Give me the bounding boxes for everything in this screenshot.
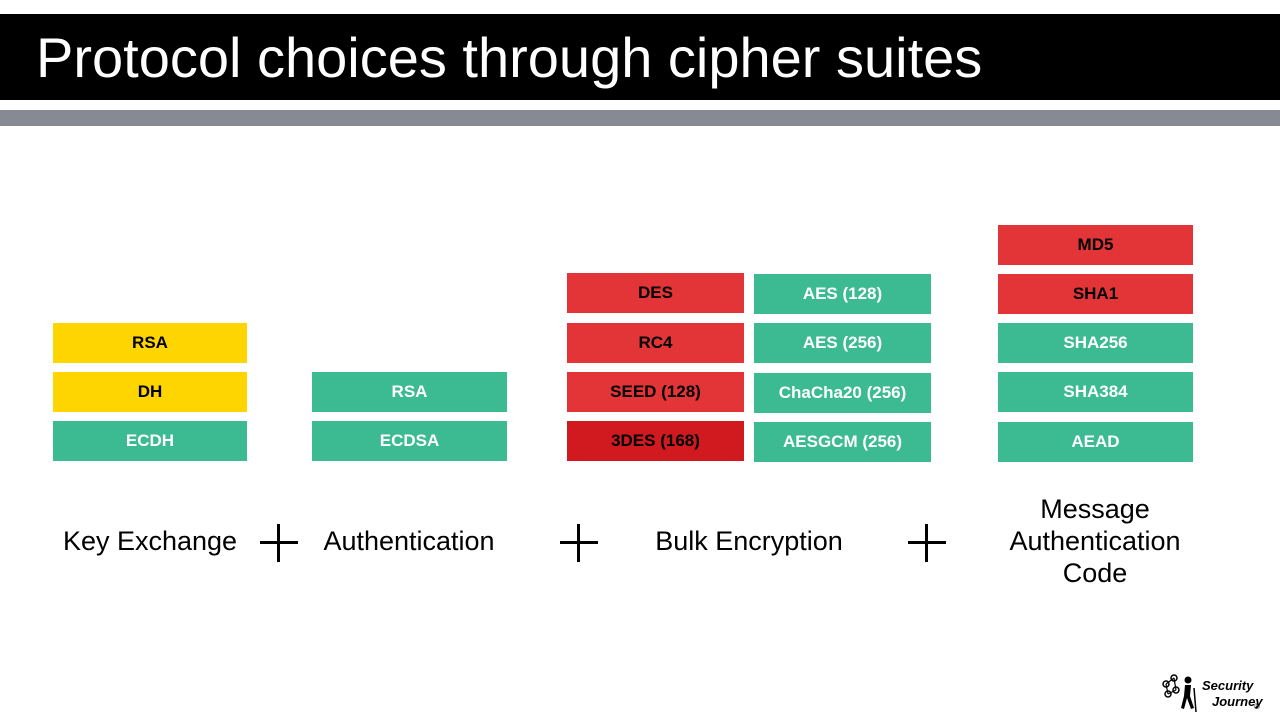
bulk-encryption-rc4: RC4 [567,323,744,363]
key-exchange-ecdh: ECDH [53,421,247,461]
authentication-label: Authentication [323,526,495,556]
plus-icon [260,524,298,562]
bulk-encryption-seed: SEED (128) [567,372,744,412]
mac-sha256: SHA256 [998,323,1193,363]
mac-sha1: SHA1 [998,274,1193,314]
authentication-ecdsa: ECDSA [312,421,507,461]
bulk-encryption-aesgcm: AESGCM (256) [754,422,931,462]
mac-aead: AEAD [998,422,1193,462]
security-journey-logo: Security Journey ® [1160,674,1270,714]
bulk-encryption-3des: 3DES (168) [567,421,744,461]
bulk-encryption-label: Bulk Encryption [655,526,843,556]
key-exchange-rsa: RSA [53,323,247,363]
key-exchange-label: Key Exchange [62,526,238,556]
key-exchange-dh: DH [53,372,247,412]
plus-icon [560,524,598,562]
mac-label-line-1: Message [1040,494,1150,524]
mac-sha384: SHA384 [998,372,1193,412]
hiker-network-icon [1162,674,1197,713]
mac-label: Message Authentication Code [985,493,1205,589]
plus-icon [908,524,946,562]
registered-mark: ® [1254,702,1260,711]
bulk-encryption-chacha20: ChaCha20 (256) [754,373,931,413]
title-bar: Protocol choices through cipher suites [0,14,1280,100]
authentication-rsa: RSA [312,372,507,412]
bulk-encryption-aes256: AES (256) [754,323,931,363]
bulk-encryption-des: DES [567,273,744,313]
divider-bar [0,110,1280,126]
slide-title: Protocol choices through cipher suites [36,26,983,89]
logo-line-1: Security [1202,678,1254,693]
bulk-encryption-aes128: AES (128) [754,274,931,314]
mac-label-line-2: Authentication [1009,526,1181,556]
mac-label-line-3: Code [1062,558,1128,588]
mac-md5: MD5 [998,225,1193,265]
